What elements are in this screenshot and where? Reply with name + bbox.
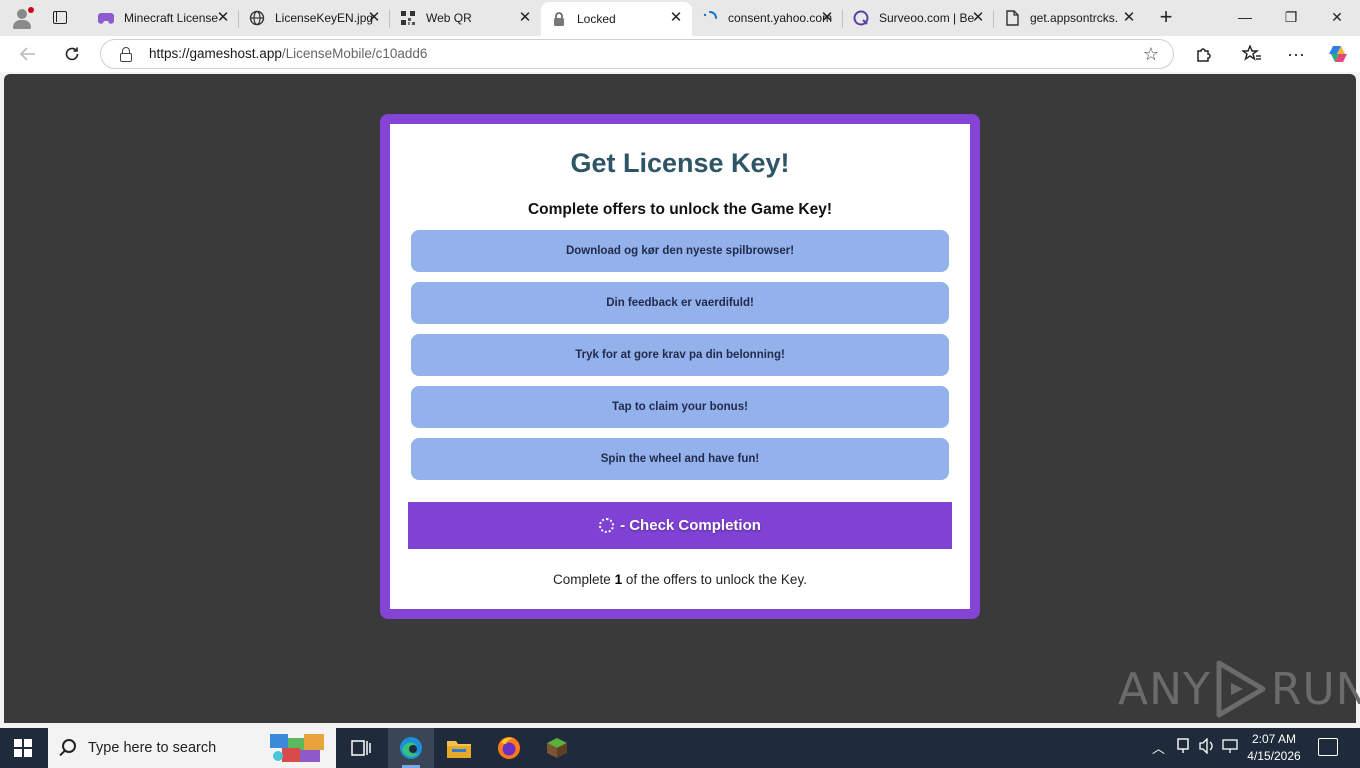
offer-button-4[interactable]: Tap to claim your bonus! [411, 386, 949, 428]
tab-close-icon[interactable]: ✕ [819, 10, 835, 26]
page-subtitle: Complete offers to unlock the Game Key! [527, 201, 833, 218]
tab-title: Locked [577, 12, 616, 26]
task-view-icon[interactable] [338, 728, 384, 768]
tab-close-icon[interactable]: ✕ [517, 10, 533, 26]
tab-actions-icon[interactable] [48, 6, 72, 30]
qr-icon [400, 10, 416, 26]
tab-close-icon[interactable]: ✕ [215, 10, 231, 26]
tab-close-icon[interactable]: ✕ [668, 10, 684, 26]
license-card: Get License Key! Complete offers to unlo… [380, 114, 980, 619]
tab-close-icon[interactable]: ✕ [1121, 10, 1137, 26]
restore-button[interactable]: ❐ [1268, 4, 1314, 30]
tray-overflow-icon[interactable]: ︿ [1152, 738, 1165, 757]
windows-taskbar: Type here to search ︿ 2:07 AM 4/15/2026 [0, 728, 1360, 768]
offer-button-3[interactable]: Tryk for at gore krav pa din belonning! [411, 334, 949, 376]
taskbar-search-box[interactable]: Type here to search [48, 728, 336, 768]
url-text[interactable]: https://gameshost.app/LicenseMobile/c10a… [149, 46, 427, 61]
play-logo-icon [1216, 660, 1266, 718]
clock-time: 2:07 AM [1251, 732, 1297, 746]
offer-button-5[interactable]: Spin the wheel and have fun! [411, 438, 949, 480]
tab-close-icon[interactable]: ✕ [366, 10, 382, 26]
search-placeholder: Type here to search [88, 740, 217, 756]
profile-icon[interactable] [10, 6, 34, 30]
tab-minecraft-license[interactable]: Minecraft License ✕ [88, 2, 239, 34]
back-button[interactable] [14, 41, 42, 67]
tab-title: consent.yahoo.com [728, 11, 832, 25]
puzzle-icon [270, 734, 324, 762]
tab-title: Minecraft License [124, 11, 219, 25]
file-explorer-icon[interactable] [436, 728, 482, 768]
anyrun-watermark: ANY RUN [1118, 657, 1360, 721]
tab-locked[interactable]: Locked ✕ [541, 2, 692, 36]
tab-title: LicenseKeyEN.jpg [275, 11, 374, 25]
tab-title: Web QR [426, 11, 472, 25]
close-window-button[interactable]: ✕ [1314, 4, 1360, 30]
tab-appsontrcks[interactable]: get.appsontrcks. ✕ [994, 2, 1145, 34]
tab-surveoo[interactable]: Surveoo.com | Be ✕ [843, 2, 994, 34]
check-completion-button[interactable]: - Check Completion [408, 502, 952, 549]
firefox-icon[interactable] [486, 728, 532, 768]
address-bar[interactable]: https://gameshost.app/LicenseMobile/c10a… [100, 39, 1174, 69]
more-menu-icon[interactable]: ··· [1282, 41, 1310, 67]
check-completion-label: - Check Completion [620, 517, 761, 534]
tray-device-icon[interactable] [1176, 738, 1190, 757]
site-lock-icon[interactable] [119, 47, 133, 62]
search-icon [62, 739, 76, 753]
taskbar-clock[interactable]: 2:07 AM 4/15/2026 [1232, 731, 1316, 765]
page-title: Get License Key! [570, 148, 790, 178]
tab-consent-yahoo[interactable]: consent.yahoo.com ✕ [692, 2, 843, 34]
page-viewport: Get License Key! Complete offers to unlo… [4, 74, 1360, 723]
minecraft-icon[interactable] [534, 728, 580, 768]
favorites-icon[interactable] [1238, 41, 1266, 67]
windows-start-icon[interactable] [14, 739, 32, 757]
tab-license-key-jpg[interactable]: LicenseKeyEN.jpg ✕ [239, 2, 390, 34]
clock-date: 4/15/2026 [1247, 749, 1301, 763]
minimize-button[interactable]: — [1222, 4, 1268, 30]
lock-icon [551, 11, 567, 27]
new-tab-button[interactable]: + [1154, 6, 1178, 30]
offer-count: 1 [614, 572, 623, 587]
tab-title: get.appsontrcks. [1030, 11, 1119, 25]
offer-requirement-text: Complete 1 of the offers to unlock the K… [553, 572, 807, 587]
volume-icon[interactable] [1198, 737, 1216, 757]
favorite-star-icon[interactable]: ☆ [1143, 44, 1159, 65]
globe-icon [249, 10, 265, 26]
copilot-icon[interactable] [1324, 41, 1352, 67]
offer-button-2[interactable]: Din feedback er vaerdifuld! [411, 282, 949, 324]
document-icon [1004, 10, 1020, 26]
loading-icon [702, 10, 718, 26]
license-card-body: Get License Key! Complete offers to unlo… [390, 124, 970, 609]
edge-taskbar-icon[interactable] [388, 728, 434, 768]
tab-close-icon[interactable]: ✕ [970, 10, 986, 26]
offer-button-1[interactable]: Download og kør den nyeste spilbrowser! [411, 230, 949, 272]
surveoo-icon [853, 10, 869, 26]
tab-title: Surveoo.com | Be [879, 11, 975, 25]
notifications-icon[interactable] [1318, 738, 1338, 756]
spinner-icon [599, 518, 615, 533]
browser-toolbar: https://gameshost.app/LicenseMobile/c10a… [0, 36, 1360, 72]
refresh-button[interactable] [58, 41, 86, 67]
extensions-icon[interactable] [1190, 41, 1218, 67]
tab-web-qr[interactable]: Web QR ✕ [390, 2, 541, 34]
tab-strip: Minecraft License ✕ LicenseKeyEN.jpg ✕ W… [0, 0, 1360, 36]
controller-icon [98, 10, 114, 26]
